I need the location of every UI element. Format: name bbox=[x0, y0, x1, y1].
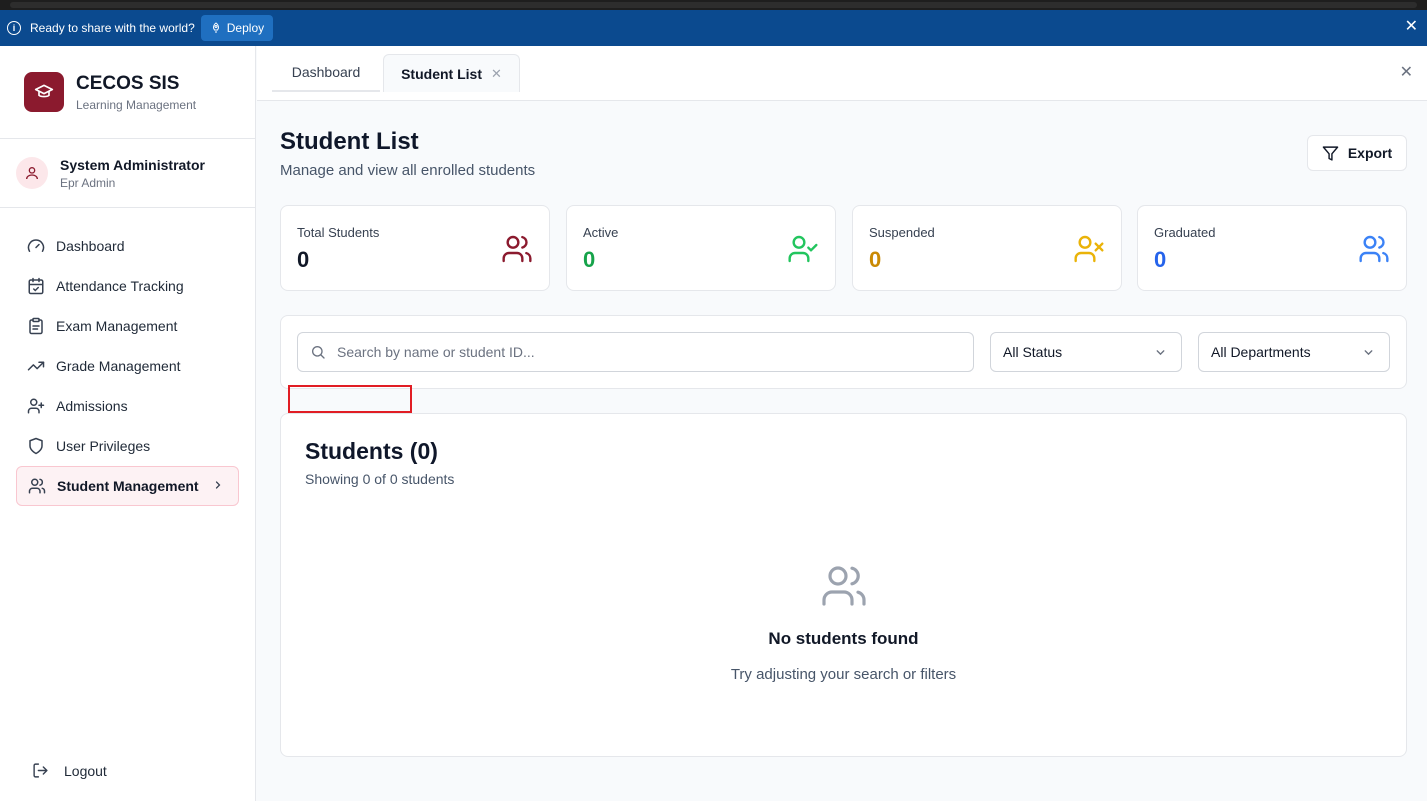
sidebar-item-label: Grade Management bbox=[56, 358, 181, 374]
brand-title: CECOS SIS bbox=[76, 72, 180, 94]
deploy-button-label: Deploy bbox=[226, 21, 265, 35]
logout-icon bbox=[33, 763, 48, 778]
gauge-icon bbox=[27, 237, 45, 255]
export-label: Export bbox=[1347, 145, 1393, 161]
sidebar-nav: Dashboard Attendance Tracking Exam Manag… bbox=[0, 208, 255, 506]
students-panel: Students (0) Showing 0 of 0 students No … bbox=[280, 413, 1407, 757]
tab-label: Student List bbox=[401, 65, 482, 82]
graduation-cap-icon bbox=[24, 72, 64, 112]
sidebar-item-grade-management[interactable]: Grade Management bbox=[16, 346, 239, 386]
tab-bar: Dashboard Student List ✕ ✕ bbox=[257, 46, 1427, 101]
stat-label: Total Students bbox=[297, 225, 380, 240]
deploy-banner: i Ready to share with the world? Deploy … bbox=[0, 10, 1427, 46]
sidebar-item-label: User Privileges bbox=[56, 438, 151, 454]
tab-student-list[interactable]: Student List ✕ bbox=[383, 54, 520, 92]
clipboard-icon bbox=[27, 317, 45, 335]
search-icon bbox=[312, 346, 325, 359]
export-button[interactable]: Export bbox=[1307, 135, 1407, 171]
highlight-box bbox=[288, 385, 412, 413]
department-select[interactable]: All Departments bbox=[1198, 332, 1390, 372]
tab-dashboard[interactable]: Dashboard bbox=[272, 54, 380, 92]
chevron-down-icon bbox=[1154, 346, 1167, 362]
empty-state-title: No students found bbox=[768, 629, 919, 648]
user-icon bbox=[26, 167, 38, 180]
main-content: Dashboard Student List ✕ ✕ Student List … bbox=[257, 46, 1427, 801]
page-header: Student List Manage and view all enrolle… bbox=[280, 128, 535, 179]
page-title: Student List bbox=[280, 128, 419, 155]
empty-state-subtitle: Try adjusting your search or filters bbox=[730, 666, 957, 683]
calendar-check-icon bbox=[27, 277, 45, 295]
stat-value: 0 bbox=[583, 247, 596, 272]
students-count: Showing 0 of 0 students bbox=[305, 471, 455, 487]
close-all-tabs-icon[interactable]: ✕ bbox=[1400, 65, 1413, 81]
user-profile: System Administrator Epr Admin bbox=[0, 139, 255, 208]
browser-top-strip bbox=[0, 0, 1427, 10]
users-icon bbox=[501, 233, 533, 270]
avatar bbox=[16, 157, 48, 189]
sidebar: CECOS SIS Learning Management System Adm… bbox=[0, 46, 256, 801]
brand-subtitle: Learning Management bbox=[76, 97, 197, 112]
stat-card-graduated: Graduated 0 bbox=[1137, 205, 1407, 291]
tab-label: Dashboard bbox=[291, 64, 361, 80]
sidebar-item-admissions[interactable]: Admissions bbox=[16, 386, 239, 426]
user-x-icon bbox=[1073, 233, 1105, 270]
browser-tab-strip bbox=[10, 2, 1417, 8]
deploy-button[interactable]: Deploy bbox=[200, 15, 274, 41]
close-banner-icon[interactable]: ✕ bbox=[1405, 19, 1418, 35]
stat-value: 0 bbox=[869, 247, 882, 272]
user-check-icon bbox=[787, 233, 819, 270]
stat-card-active: Active 0 bbox=[566, 205, 836, 291]
page-subtitle: Manage and view all enrolled students bbox=[280, 162, 536, 179]
sidebar-item-label: Exam Management bbox=[56, 318, 178, 334]
students-title: Students (0) bbox=[305, 438, 438, 464]
stat-card-total-students: Total Students 0 bbox=[280, 205, 550, 291]
brand: CECOS SIS Learning Management bbox=[0, 46, 255, 139]
filter-panel: All Status All Departments bbox=[280, 315, 1407, 389]
sidebar-item-exam-management[interactable]: Exam Management bbox=[16, 306, 239, 346]
user-plus-icon bbox=[27, 397, 45, 415]
sidebar-item-label: Student Management bbox=[57, 478, 199, 494]
chevron-right-icon bbox=[212, 478, 224, 494]
users-icon bbox=[820, 562, 868, 610]
user-name: System Administrator bbox=[60, 156, 205, 173]
status-select-value: All Status bbox=[1003, 344, 1063, 360]
department-select-value: All Departments bbox=[1211, 344, 1311, 360]
users-icon bbox=[28, 477, 46, 495]
trending-up-icon bbox=[27, 357, 45, 375]
shield-icon bbox=[27, 437, 45, 455]
user-role: Epr Admin bbox=[60, 175, 116, 190]
stat-value: 0 bbox=[1154, 247, 1167, 272]
stat-card-suspended: Suspended 0 bbox=[852, 205, 1122, 291]
sidebar-item-user-privileges[interactable]: User Privileges bbox=[16, 426, 239, 466]
sidebar-item-dashboard[interactable]: Dashboard bbox=[16, 226, 239, 266]
sidebar-item-student-management[interactable]: Student Management bbox=[16, 466, 239, 506]
filter-icon bbox=[1322, 145, 1339, 161]
logout-button[interactable]: Logout bbox=[32, 762, 107, 779]
empty-state: No students found Try adjusting your sea… bbox=[281, 562, 1406, 683]
close-tab-icon[interactable]: ✕ bbox=[491, 66, 502, 82]
deploy-banner-message: Ready to share with the world? bbox=[30, 21, 195, 35]
status-select[interactable]: All Status bbox=[990, 332, 1182, 372]
sidebar-item-label: Admissions bbox=[56, 398, 128, 414]
search-input[interactable] bbox=[337, 344, 937, 360]
stat-value: 0 bbox=[297, 247, 310, 272]
chevron-down-icon bbox=[1362, 346, 1375, 362]
users-icon bbox=[1358, 233, 1390, 270]
search-field[interactable] bbox=[297, 332, 974, 372]
rocket-icon bbox=[212, 22, 219, 33]
sidebar-item-label: Dashboard bbox=[56, 238, 125, 254]
sidebar-item-label: Attendance Tracking bbox=[56, 278, 184, 294]
sidebar-item-attendance-tracking[interactable]: Attendance Tracking bbox=[16, 266, 239, 306]
stat-label: Active bbox=[583, 225, 619, 240]
logout-label: Logout bbox=[64, 762, 107, 779]
info-icon: i bbox=[7, 21, 21, 35]
stat-label: Graduated bbox=[1154, 225, 1216, 240]
stat-label: Suspended bbox=[869, 225, 935, 240]
